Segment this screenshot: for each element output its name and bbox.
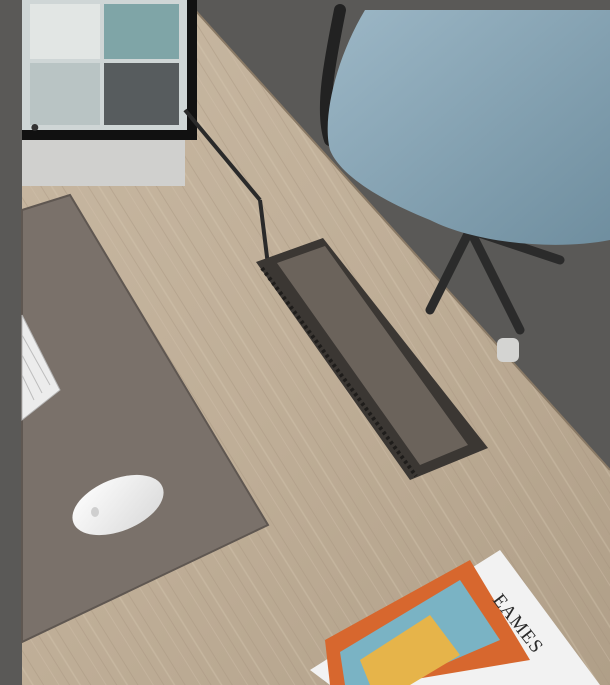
apple-logo-icon: ● [30, 119, 40, 136]
monitor-chin [22, 140, 185, 186]
mouse-logo-icon [91, 507, 99, 517]
chair-caster [497, 338, 519, 362]
desk-photo: ● EAMES [0, 0, 610, 685]
